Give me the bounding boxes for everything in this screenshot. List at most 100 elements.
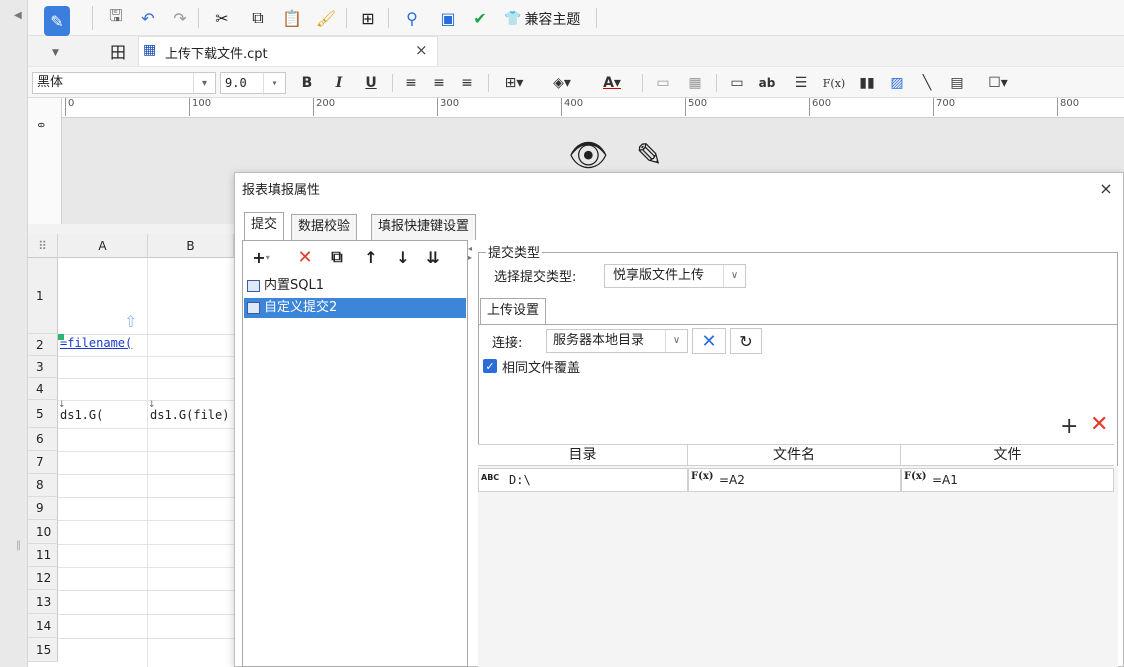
paste-icon[interactable]: 📋	[280, 6, 304, 30]
add-row-icon[interactable]: +	[1060, 414, 1078, 439]
format-painter-icon[interactable]: 🖌	[314, 6, 338, 30]
preview-icon[interactable]: ⊞	[356, 6, 380, 30]
directory-cell[interactable]: ABC D:\	[478, 468, 688, 492]
list-item[interactable]: 自定义提交2	[244, 298, 466, 318]
copy-icon[interactable]: ⧉	[326, 246, 348, 268]
add-dropdown-icon[interactable]: + ▾	[250, 246, 272, 268]
row-line	[58, 520, 234, 521]
row-header-10[interactable]: 10	[28, 520, 58, 544]
row-header-11[interactable]: 11	[28, 544, 58, 567]
plugin-icon[interactable]: ⚲	[400, 6, 424, 30]
splitter-handle[interactable]: ◂ ▸	[468, 244, 476, 262]
split-cells-icon[interactable]: ▦	[684, 72, 706, 94]
logo-dropdown-icon[interactable]: ▼	[52, 48, 59, 58]
bold-button[interactable]: B	[296, 72, 318, 94]
formula-type-icon[interactable]: F(x)	[691, 471, 714, 482]
font-color-icon[interactable]: A▾	[592, 72, 632, 94]
align-left-icon[interactable]: ≡	[400, 72, 422, 94]
cell-a5[interactable]: ds1.G(	[60, 408, 103, 422]
row-header-7[interactable]: 7	[28, 451, 58, 474]
delete-icon[interactable]: ✕	[294, 246, 316, 268]
list-item[interactable]: 内置SQL1	[244, 276, 466, 296]
cut-icon[interactable]: ✂	[210, 6, 234, 30]
merge-cells-icon[interactable]: ▭	[652, 72, 674, 94]
grid-view-icon[interactable]: 田	[106, 40, 130, 62]
redo-icon[interactable]: ↷	[168, 6, 192, 30]
tab-upload-settings[interactable]: 上传设置	[480, 298, 547, 324]
move-up-icon[interactable]: ↑	[360, 246, 382, 268]
submit-type-select[interactable]: 悦享版文件上传 ∨	[604, 264, 746, 288]
app-logo-icon[interactable]: ✎	[44, 6, 70, 36]
row-header-12[interactable]: 12	[28, 567, 58, 590]
row-header-13[interactable]: 13	[28, 590, 58, 614]
copy-icon[interactable]: ⧉	[246, 6, 270, 30]
cell-b5[interactable]: ds1.G(file)	[150, 408, 229, 422]
toolbar-separator	[392, 74, 393, 92]
tab-shortcut-settings[interactable]: 填报快捷键设置	[371, 214, 477, 240]
document-tab[interactable]: ▦ 上传下载文件.cpt ×	[138, 36, 438, 66]
undo-icon[interactable]: ↶	[136, 6, 160, 30]
row-header-14[interactable]: 14	[28, 614, 58, 638]
overwrite-checkbox[interactable]: ✓	[483, 359, 497, 373]
toolbar-separator	[92, 6, 93, 30]
slash-icon[interactable]: ╲	[916, 72, 938, 94]
connection-settings-icon[interactable]: ✕	[692, 328, 726, 354]
select-all-corner[interactable]: ⠿	[28, 234, 58, 258]
text-type-icon[interactable]: ABC	[481, 473, 499, 482]
check-chart-icon[interactable]: ▣	[436, 6, 460, 30]
refresh-icon[interactable]: ↻	[730, 328, 762, 354]
tab-data-validation[interactable]: 数据校验	[291, 214, 358, 240]
align-right-icon[interactable]: ≡	[456, 72, 478, 94]
submit-item-icon	[247, 280, 260, 292]
file-cell[interactable]: F(x) =A1	[901, 468, 1114, 492]
close-tab-icon[interactable]: ×	[415, 41, 428, 59]
delete-row-icon[interactable]: ✕	[1090, 412, 1108, 437]
close-dialog-icon[interactable]: ×	[1098, 179, 1114, 198]
row-header-15[interactable]: 15	[28, 638, 58, 662]
font-family-select[interactable]: 黑体 ▾	[32, 72, 216, 95]
column-header-a[interactable]: A	[58, 234, 148, 258]
bar-chart-icon[interactable]: ▮▮	[856, 72, 878, 94]
edit-pencil-icon[interactable]: ✎	[636, 136, 663, 174]
image-icon[interactable]: ▨	[886, 72, 908, 94]
check-icon[interactable]: ✔	[468, 6, 492, 30]
tab-submit[interactable]: 提交	[244, 212, 285, 240]
cell-a2[interactable]: =filename(	[60, 336, 132, 350]
row-header-5[interactable]: 5	[28, 400, 58, 428]
sub-report-icon[interactable]: ▤	[946, 72, 968, 94]
underline-button[interactable]: U	[360, 72, 382, 94]
connection-select[interactable]: 服务器本地目录 ∨	[546, 329, 688, 353]
ruler-tick: 200	[312, 98, 336, 116]
paragraph-icon[interactable]: ☰	[790, 72, 812, 94]
row-header-3[interactable]: 3	[28, 356, 58, 378]
collapse-left-icon[interactable]: ◀	[14, 10, 22, 21]
row-header-9[interactable]: 9	[28, 497, 58, 520]
sort-icon[interactable]: ⇊	[422, 246, 444, 268]
move-down-icon[interactable]: ↓	[392, 246, 414, 268]
row-header-2[interactable]: 2	[28, 334, 58, 356]
filename-cell[interactable]: F(x) =A2	[688, 468, 901, 492]
border-icon[interactable]: ⊞▾	[496, 72, 532, 94]
column-header-b[interactable]: B	[148, 234, 234, 258]
save-icon[interactable]: 🖫	[104, 6, 128, 30]
row-header-6[interactable]: 6	[28, 428, 58, 451]
compat-theme-button[interactable]: 👕 兼容主题	[504, 9, 580, 29]
submit-item-icon	[247, 302, 260, 314]
row-line	[58, 378, 234, 379]
row-header-4[interactable]: 4	[28, 378, 58, 400]
font-size-select[interactable]: 9.0 ▾	[220, 72, 286, 95]
formula-type-icon[interactable]: F(x)	[904, 471, 927, 482]
italic-button[interactable]: I	[328, 72, 350, 94]
formula-icon[interactable]: F(x)	[820, 72, 848, 94]
row-header-1[interactable]: 1	[28, 258, 58, 334]
frame-icon[interactable]: ☐▾	[978, 72, 1018, 94]
align-center-icon[interactable]: ≡	[428, 72, 450, 94]
list-item-label: 内置SQL1	[264, 278, 324, 293]
drag-handle-icon[interactable]: ‖	[16, 540, 21, 551]
fill-color-icon[interactable]: ◈▾	[544, 72, 580, 94]
compat-theme-label: 兼容主题	[524, 12, 581, 28]
hide-eye-icon[interactable]: 👁	[568, 136, 609, 174]
row-header-8[interactable]: 8	[28, 474, 58, 497]
text-widget-icon[interactable]: ab	[756, 72, 778, 94]
text-field-icon[interactable]: ▭	[726, 72, 748, 94]
